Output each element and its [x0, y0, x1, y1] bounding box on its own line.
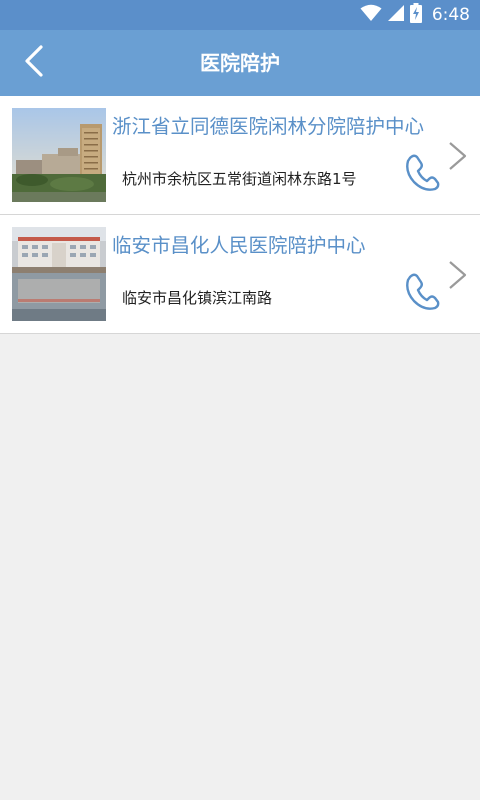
chevron-right-icon [446, 259, 470, 291]
hospital-address: 杭州市余杭区五常街道闲林东路1号 [122, 170, 357, 188]
list-item-hospital[interactable]: 临安市昌化人民医院陪护中心 临安市昌化镇滨江南路 [0, 215, 480, 334]
cell-signal-icon [387, 4, 404, 26]
hospital-photo [12, 108, 106, 202]
list-item-hospital[interactable]: 浙江省立同德医院闲林分院陪护中心 杭州市余杭区五常街道闲林东路1号 [0, 96, 480, 215]
call-button[interactable] [402, 152, 440, 192]
wifi-icon [360, 4, 382, 26]
back-arrow-icon [23, 44, 45, 82]
phone-icon [402, 273, 440, 315]
call-button[interactable] [402, 271, 440, 311]
hospital-name: 浙江省立同德医院闲林分院陪护中心 [112, 115, 425, 138]
page-title: 医院陪护 [200, 51, 280, 75]
app-bar: 医院陪护 [0, 30, 480, 96]
battery-charging-icon [409, 3, 422, 27]
status-bar: 6:48 [0, 0, 480, 30]
chevron-right-icon [446, 140, 470, 172]
phone-icon [402, 154, 440, 196]
hospital-list: 浙江省立同德医院闲林分院陪护中心 杭州市余杭区五常街道闲林东路1号 临安市昌化人… [0, 96, 480, 334]
status-time: 6:48 [431, 5, 470, 25]
back-button[interactable] [14, 43, 54, 83]
hospital-name: 临安市昌化人民医院陪护中心 [112, 234, 366, 257]
hospital-address: 临安市昌化镇滨江南路 [122, 289, 273, 307]
status-icons: 6:48 [360, 3, 470, 27]
hospital-photo [12, 227, 106, 321]
